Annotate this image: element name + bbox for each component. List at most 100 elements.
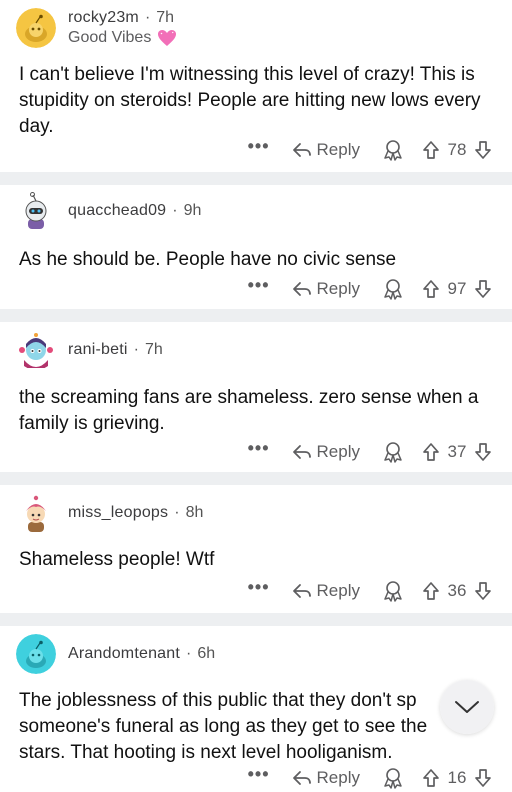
comment-header: rani-beti · 7h xyxy=(16,330,163,370)
snoo-avatar-icon xyxy=(16,330,56,370)
comment-actions: ••• Reply 37 xyxy=(248,438,492,466)
avatar[interactable] xyxy=(16,8,56,48)
reply-label: Reply xyxy=(316,140,360,159)
comment-body: The joblessness of this public that they… xyxy=(19,690,428,763)
user-flair: Good Vibes xyxy=(68,29,177,47)
award-button[interactable] xyxy=(382,767,404,789)
comment-actions: ••• Reply 78 xyxy=(248,136,492,164)
downvote-icon[interactable] xyxy=(474,768,492,788)
reply-button[interactable]: Reply xyxy=(292,140,360,160)
timestamp: 7h xyxy=(156,9,175,26)
downvote-icon[interactable] xyxy=(474,279,492,299)
timestamp: 8h xyxy=(185,504,204,521)
comment-actions: ••• Reply 16 xyxy=(248,764,492,792)
avatar[interactable] xyxy=(16,330,56,370)
separator-dot: · xyxy=(133,341,139,358)
author-name[interactable]: miss_leopops xyxy=(68,504,168,522)
avatar[interactable] xyxy=(16,634,56,674)
author-name[interactable]: rocky23m xyxy=(68,9,139,27)
separator-dot: · xyxy=(172,202,178,219)
vote-score: 78 xyxy=(447,140,467,159)
comment-header: miss_leopops · 8h xyxy=(16,493,203,533)
comment: rani-beti · 7h the screaming fans are sh… xyxy=(0,322,512,472)
reply-label: Reply xyxy=(316,581,360,600)
comment-feed: rocky23m · 7h Good Vibes I can't believe… xyxy=(0,0,512,792)
vote-control: 16 xyxy=(422,768,492,788)
separator-dot: · xyxy=(144,9,151,26)
award-icon xyxy=(384,442,402,463)
timestamp: 6h xyxy=(197,645,216,662)
upvote-icon[interactable] xyxy=(422,279,440,299)
more-options-button[interactable]: ••• xyxy=(248,439,270,461)
reply-button[interactable]: Reply xyxy=(292,279,360,299)
scroll-down-button[interactable] xyxy=(440,680,494,734)
vote-score: 36 xyxy=(447,581,467,600)
author-name[interactable]: rani-beti xyxy=(68,341,128,359)
award-button[interactable] xyxy=(382,580,404,602)
reply-button[interactable]: Reply xyxy=(292,768,360,788)
comment-body: I can't believe I'm witnessing this leve… xyxy=(19,64,481,137)
more-options-button[interactable]: ••• xyxy=(248,578,270,600)
comment: miss_leopops · 8h Shameless people! Wtf … xyxy=(0,485,512,613)
reply-arrow-icon xyxy=(292,445,311,459)
upvote-icon[interactable] xyxy=(422,768,440,788)
vote-control: 37 xyxy=(422,442,492,462)
vote-control: 78 xyxy=(422,140,492,160)
comment-body: Shameless people! Wtf xyxy=(19,549,215,570)
comment-header: rocky23m · 7h Good Vibes xyxy=(16,8,177,48)
comment: Arandomtenant · 6h The joblessness of th… xyxy=(0,626,512,792)
avatar[interactable] xyxy=(16,493,56,533)
comment-body: the screaming fans are shameless. zero s… xyxy=(19,387,479,434)
comment-header: Arandomtenant · 6h xyxy=(16,634,215,674)
award-icon xyxy=(384,140,402,161)
upvote-icon[interactable] xyxy=(422,442,440,462)
more-options-button[interactable]: ••• xyxy=(248,765,270,787)
author-name[interactable]: Arandomtenant xyxy=(68,645,180,663)
flair-text: Good Vibes xyxy=(68,29,152,46)
sparkling-heart-icon xyxy=(158,30,177,46)
award-button[interactable] xyxy=(382,441,404,463)
vote-control: 97 xyxy=(422,279,492,299)
comment: quacchead09 · 9h As he should be. People… xyxy=(0,185,512,309)
award-button[interactable] xyxy=(382,278,404,300)
downvote-icon[interactable] xyxy=(474,581,492,601)
comment-actions: ••• Reply 97 xyxy=(248,275,492,303)
vote-score: 97 xyxy=(447,279,467,298)
award-button[interactable] xyxy=(382,139,404,161)
chevron-down-icon xyxy=(455,701,479,713)
downvote-icon[interactable] xyxy=(474,442,492,462)
upvote-icon[interactable] xyxy=(422,581,440,601)
award-icon xyxy=(384,768,402,789)
comment: rocky23m · 7h Good Vibes I can't believe… xyxy=(0,0,512,172)
author-name[interactable]: quacchead09 xyxy=(68,202,166,220)
reply-button[interactable]: Reply xyxy=(292,442,360,462)
more-options-button[interactable]: ••• xyxy=(248,137,270,159)
snoo-avatar-icon xyxy=(16,493,56,533)
vote-score: 37 xyxy=(447,442,467,461)
reply-button[interactable]: Reply xyxy=(292,581,360,601)
reply-label: Reply xyxy=(316,768,360,787)
award-icon xyxy=(384,279,402,300)
timestamp: 9h xyxy=(183,202,202,219)
more-options-button[interactable]: ••• xyxy=(248,276,270,298)
snoo-avatar-icon xyxy=(16,191,56,231)
avatar[interactable] xyxy=(16,191,56,231)
award-icon xyxy=(384,581,402,602)
snoo-avatar-icon xyxy=(16,634,56,674)
comment-actions: ••• Reply 36 xyxy=(248,577,492,605)
comment-header: quacchead09 · 9h xyxy=(16,191,201,231)
vote-score: 16 xyxy=(447,768,467,787)
reply-arrow-icon xyxy=(292,584,311,598)
upvote-icon[interactable] xyxy=(422,140,440,160)
snoo-avatar-icon xyxy=(16,8,56,48)
downvote-icon[interactable] xyxy=(474,140,492,160)
reply-arrow-icon xyxy=(292,771,311,785)
comment-body: As he should be. People have no civic se… xyxy=(19,249,397,270)
timestamp: 7h xyxy=(144,341,163,358)
separator-dot: · xyxy=(174,504,180,521)
reply-label: Reply xyxy=(316,442,360,461)
reply-arrow-icon xyxy=(292,282,311,296)
reply-label: Reply xyxy=(316,279,360,298)
reply-arrow-icon xyxy=(292,143,311,157)
separator-dot: · xyxy=(186,645,192,662)
